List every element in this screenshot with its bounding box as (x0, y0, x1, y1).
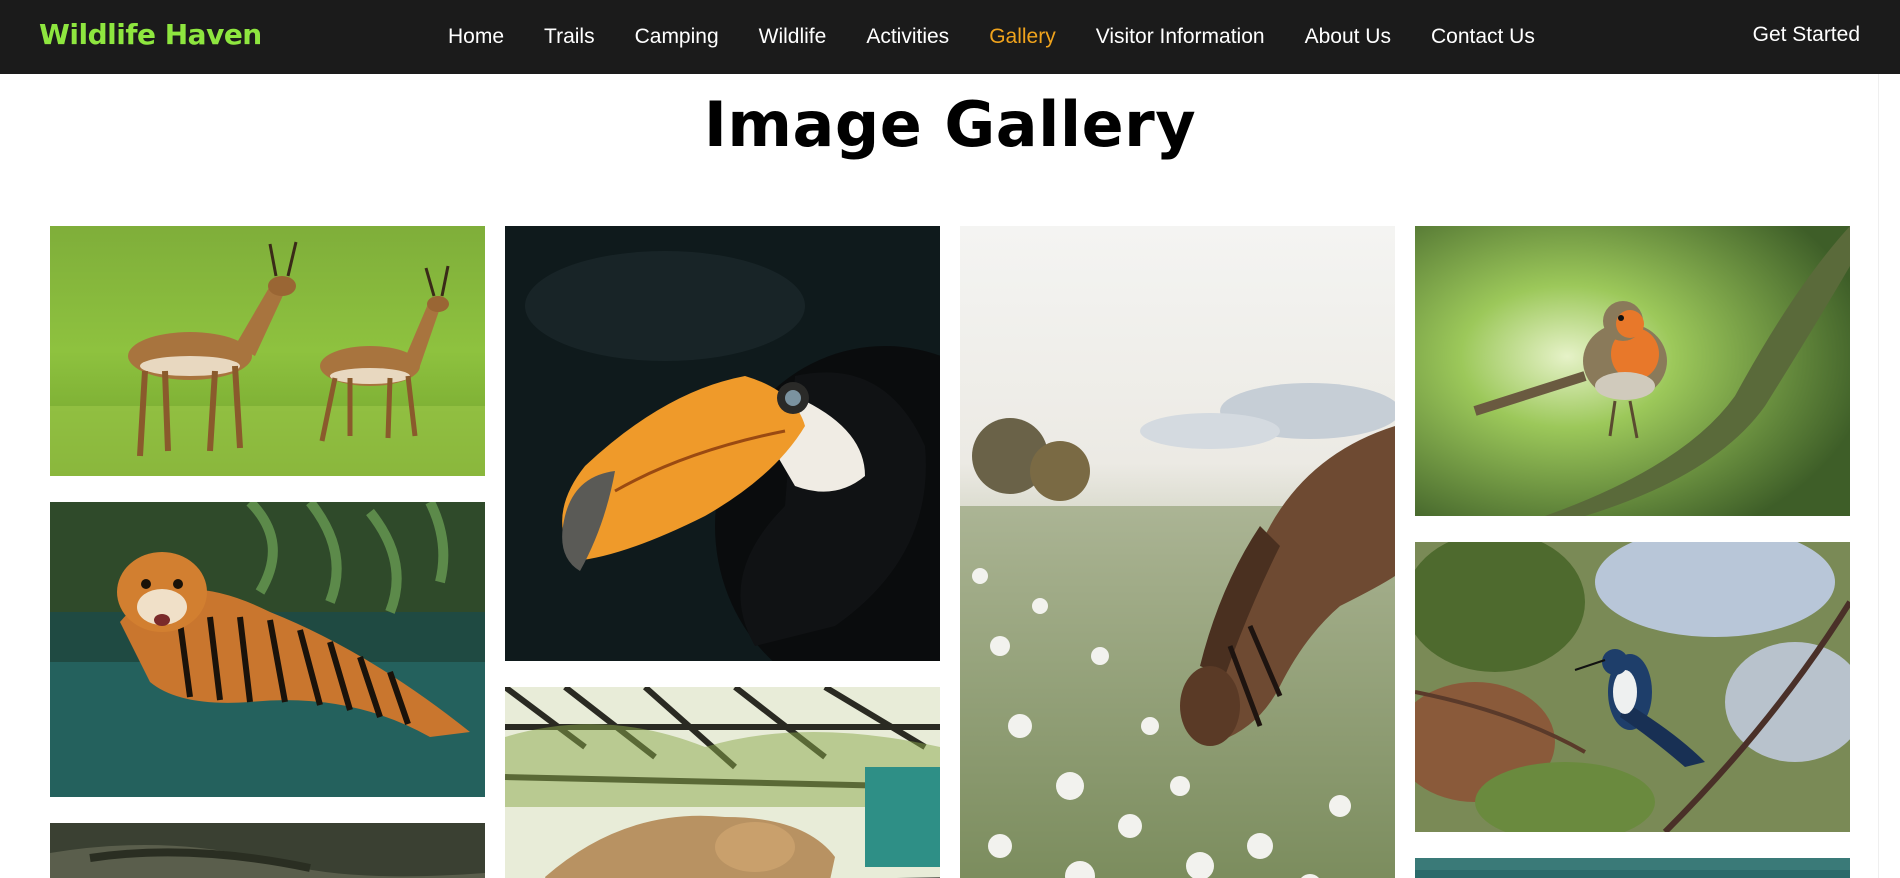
toucan-image[interactable] (505, 226, 940, 661)
brand-logo[interactable]: Wildlife Haven (39, 18, 262, 51)
page: Wildlife Haven Home Trails Camping Wildl… (0, 0, 1900, 878)
top-navbar: Wildlife Haven Home Trails Camping Wildl… (0, 0, 1900, 74)
bird-image[interactable] (1415, 858, 1850, 878)
horse-image[interactable] (960, 226, 1395, 878)
nav-link-visitor-information[interactable]: Visitor Information (1096, 25, 1265, 48)
nav-link-wildlife[interactable]: Wildlife (759, 25, 827, 48)
get-started-button[interactable]: Get Started (1753, 23, 1860, 47)
tiger-image[interactable] (50, 502, 485, 797)
nav-link-gallery[interactable]: Gallery (989, 25, 1056, 48)
robin-image[interactable] (1415, 226, 1850, 516)
nav-links: Home Trails Camping Wildlife Activities … (448, 0, 1535, 74)
nav-link-trails[interactable]: Trails (544, 25, 595, 48)
crocodile-image[interactable] (50, 823, 485, 878)
hummingbird-image[interactable] (1415, 542, 1850, 832)
nav-link-contact-us[interactable]: Contact Us (1431, 25, 1535, 48)
page-title: Image Gallery (703, 88, 1197, 161)
nav-link-activities[interactable]: Activities (866, 25, 949, 48)
nav-link-home[interactable]: Home (448, 25, 504, 48)
page-scrollbar[interactable] (1878, 74, 1900, 878)
nav-link-camping[interactable]: Camping (635, 25, 719, 48)
antelope-image[interactable] (50, 226, 485, 476)
nav-link-about-us[interactable]: About Us (1305, 25, 1391, 48)
lioness-image[interactable] (505, 687, 940, 878)
